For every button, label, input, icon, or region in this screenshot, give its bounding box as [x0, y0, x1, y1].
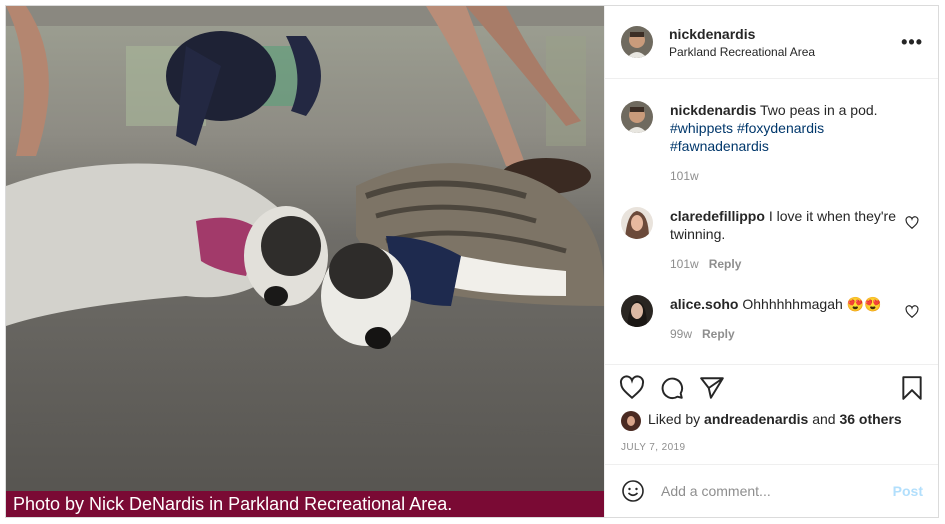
avatar-image — [621, 101, 653, 133]
post-date[interactable]: JULY 7, 2019 — [621, 442, 685, 453]
comments-section: nickdenardis Two peas in a pod. #whippet… — [605, 79, 938, 362]
likes-others-link[interactable]: 36 others — [839, 411, 901, 427]
dogs-photo-illustration — [6, 6, 604, 517]
avatar-image — [621, 207, 653, 239]
post-location[interactable]: Parkland Recreational Area — [669, 45, 815, 59]
comment-bubble-icon[interactable] — [659, 375, 685, 401]
post-actions: Liked by andreadenardis and 36 others JU… — [605, 364, 938, 475]
avatar-image — [621, 26, 653, 58]
add-comment-bar: Add a comment... Post — [605, 464, 938, 517]
liked-by-label: Liked by — [648, 411, 701, 427]
comment-time[interactable]: 101w — [670, 257, 699, 271]
avatar-image — [621, 411, 641, 431]
comment-time[interactable]: 99w — [670, 327, 692, 341]
caption-text: Two peas in a pod. — [760, 102, 878, 118]
post-sidebar: nickdenardis Parkland Recreational Area … — [604, 6, 938, 517]
reply-button[interactable]: Reply — [702, 327, 735, 341]
like-comment-heart-icon[interactable] — [905, 305, 919, 322]
author-username[interactable]: nickdenardis — [669, 26, 755, 42]
save-bookmark-icon[interactable] — [899, 375, 925, 401]
liked-by-user[interactable]: andreadenardis — [704, 411, 808, 427]
liker-avatar[interactable] — [621, 411, 641, 431]
comment-meta: 99w Reply — [670, 327, 735, 341]
avatar-image — [621, 295, 653, 327]
commenter-avatar[interactable] — [621, 295, 653, 327]
likes-summary: Liked by andreadenardis and 36 others — [648, 411, 902, 427]
caption-username[interactable]: nickdenardis — [670, 102, 756, 118]
commenter-avatar[interactable] — [621, 207, 653, 239]
more-options-icon[interactable]: ••• — [901, 32, 923, 53]
add-comment-input[interactable]: Add a comment... — [661, 483, 771, 499]
caption-time[interactable]: 101w — [670, 169, 699, 183]
hashtag-link[interactable]: #fawnadenardis — [670, 138, 769, 154]
comment-meta: 101w Reply — [670, 257, 741, 271]
emoji-smiley-icon[interactable] — [621, 479, 645, 508]
likes-and-label: and — [812, 411, 836, 427]
photo-caption: Photo by Nick DeNardis in Parkland Recre… — [6, 491, 604, 517]
post-comment-button[interactable]: Post — [893, 483, 923, 499]
share-paper-plane-icon[interactable] — [699, 375, 725, 401]
hashtag-link[interactable]: #foxydenardis — [737, 120, 824, 136]
post-caption: nickdenardis Two peas in a pod. #whippet… — [670, 101, 910, 155]
hashtag-link[interactable]: #whippets — [670, 120, 733, 136]
comment-item: alice.soho Ohhhhhhmagah 😍😍 — [670, 295, 910, 313]
reply-button[interactable]: Reply — [709, 257, 742, 271]
instagram-post: Photo by Nick DeNardis in Parkland Recre… — [5, 5, 939, 518]
caption-author-avatar[interactable] — [621, 101, 653, 133]
like-heart-icon[interactable] — [619, 375, 645, 401]
comment-username[interactable]: alice.soho — [670, 296, 738, 312]
comment-text: Ohhhhhhmagah 😍😍 — [742, 296, 882, 312]
author-avatar[interactable] — [621, 26, 653, 58]
comment-username[interactable]: claredefillippo — [670, 208, 765, 224]
post-header: nickdenardis Parkland Recreational Area … — [605, 6, 938, 79]
post-photo[interactable]: Photo by Nick DeNardis in Parkland Recre… — [6, 6, 604, 517]
comment-item: claredefillippo I love it when they're t… — [670, 207, 910, 243]
like-comment-heart-icon[interactable] — [905, 216, 919, 233]
